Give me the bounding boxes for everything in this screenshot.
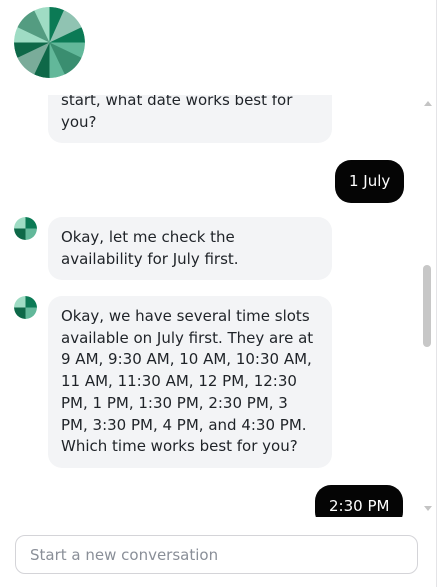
bot-message-text: start, what date works best for you? (61, 95, 293, 131)
bot-logo-icon (14, 7, 85, 78)
user-message-text: 2:30 PM (329, 497, 390, 515)
composer (15, 535, 418, 574)
bot-message-text: Okay, let me check the availability for … (61, 228, 239, 268)
chat-widget: start, what date works best for you? 1 J… (0, 0, 437, 587)
bot-message: Okay, we have several time slots availab… (48, 296, 332, 468)
chat-header (0, 0, 420, 95)
user-message: 2:30 PM (315, 485, 404, 517)
bot-message-text: Okay, we have several time slots availab… (61, 307, 314, 456)
scrollbar-thumb[interactable] (423, 265, 431, 347)
new-conversation-input[interactable] (16, 536, 417, 573)
bot-message: Okay, let me check the availability for … (48, 217, 332, 281)
bot-message: start, what date works best for you? (48, 95, 332, 144)
user-message-text: 1 July (349, 172, 391, 190)
message-list[interactable]: start, what date works best for you? 1 J… (0, 95, 420, 517)
bot-avatar-icon (14, 296, 37, 319)
bot-avatar-icon (14, 217, 37, 240)
scroll-down-arrow-icon[interactable] (424, 506, 432, 511)
user-message: 1 July (335, 160, 405, 203)
message-scrollbar[interactable] (420, 95, 437, 517)
scroll-up-arrow-icon[interactable] (424, 101, 432, 106)
